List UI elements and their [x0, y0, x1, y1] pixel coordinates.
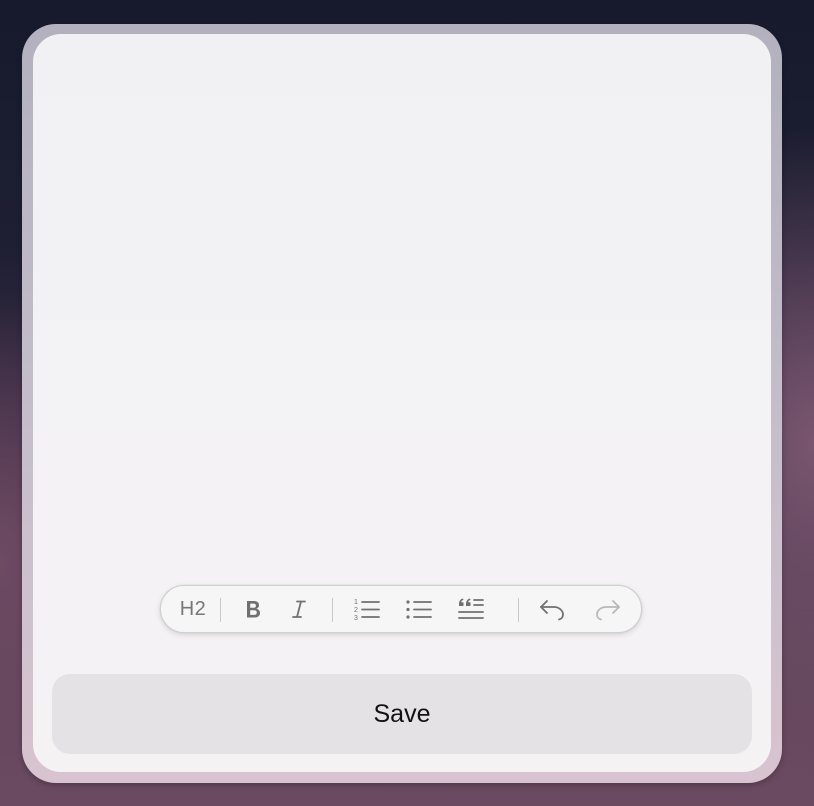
quote-icon	[458, 598, 484, 619]
svg-text:3: 3	[354, 615, 358, 621]
ordered-list-button[interactable]: 1 2 3	[347, 586, 387, 632]
bold-icon	[247, 601, 260, 618]
heading-h2-label: H2	[179, 597, 207, 620]
undo-button[interactable]	[533, 586, 571, 632]
ordered-list-icon: 1 2 3	[354, 599, 380, 621]
toolbar-divider	[518, 598, 519, 622]
bold-button[interactable]	[235, 586, 271, 632]
heading-button[interactable]: H2	[173, 586, 213, 632]
blockquote-button[interactable]	[451, 586, 491, 632]
italic-icon	[292, 600, 306, 618]
svg-text:1: 1	[354, 599, 358, 606]
toolbar-divider	[332, 598, 333, 622]
svg-text:2: 2	[354, 607, 358, 614]
toolbar-divider	[220, 598, 221, 622]
save-button-label: Save	[373, 699, 431, 728]
formatting-toolbar: H2 1 2 3	[160, 585, 642, 633]
undo-icon	[540, 600, 564, 621]
bullet-list-icon	[406, 600, 432, 619]
italic-button[interactable]	[281, 586, 317, 632]
redo-icon	[596, 600, 620, 621]
bullet-list-button[interactable]	[399, 586, 439, 632]
save-button[interactable]: Save	[52, 674, 752, 754]
redo-button[interactable]	[589, 586, 627, 632]
text-editor-area[interactable]	[52, 60, 752, 560]
